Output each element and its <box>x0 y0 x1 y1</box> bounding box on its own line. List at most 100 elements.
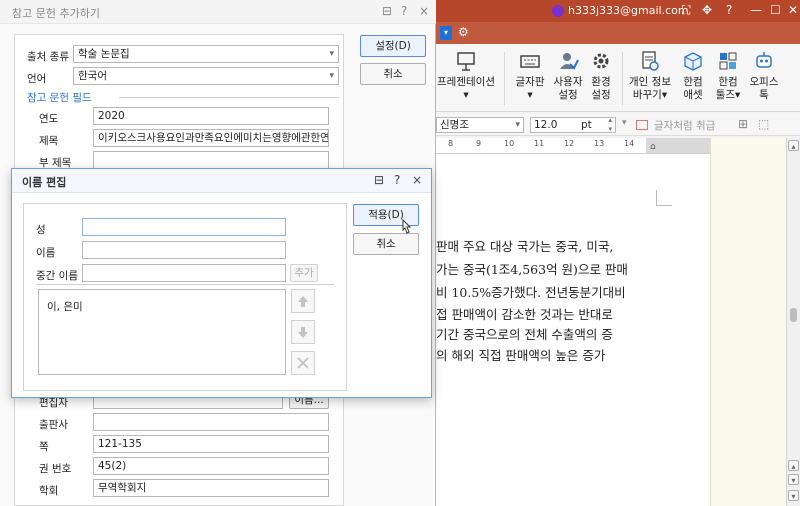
pages-field[interactable]: 121-135 <box>93 435 329 453</box>
document-text-line[interactable]: 비 10.5%증가했다. 전년동분기대비 <box>436 282 626 301</box>
cancel-button[interactable]: 취소 <box>360 63 426 85</box>
close-button[interactable]: × <box>419 4 429 18</box>
ribbon-sublabel: ▾ <box>527 89 533 101</box>
name-form: 성 이름 중간 이름 추가 이, 은미 <box>23 203 347 391</box>
add-name-button[interactable]: 추가 <box>290 264 318 282</box>
font-size-input[interactable]: 12.0 pt ▴ ▾ <box>530 116 616 134</box>
middle-name-label: 중간 이름 <box>36 270 78 282</box>
grid-icon[interactable]: ⊞ <box>738 117 748 131</box>
list-item[interactable]: 이, 은미 <box>47 299 83 314</box>
ribbon-sublabel: 톡 <box>759 89 769 101</box>
font-size-unit: pt <box>581 119 592 131</box>
user-settings-icon <box>560 53 579 70</box>
dialog-titlebar: 이름 편집 ⊟ ? × <box>12 169 431 193</box>
ribbon-preferences-button[interactable]: 환경 설정 <box>586 50 616 102</box>
help-button[interactable]: ? <box>394 173 400 187</box>
arrow-down-icon <box>298 327 308 338</box>
account-email[interactable]: h333j333@gmail.com <box>568 4 689 17</box>
spin-icon[interactable]: ▴ ▾ <box>608 116 612 134</box>
cancel-button[interactable]: 취소 <box>353 233 419 255</box>
move-up-button[interactable] <box>291 289 315 313</box>
scroll-up-icon[interactable]: ▴ <box>788 140 799 151</box>
ruler-number: 9 <box>476 139 482 148</box>
tab-settings-icon[interactable]: ⚙ <box>458 25 469 39</box>
account-avatar[interactable] <box>552 5 564 17</box>
help-icon[interactable]: ? <box>726 3 732 17</box>
page-down-icon[interactable]: ▾ <box>788 474 799 485</box>
grid-dotted-icon[interactable]: ⬚ <box>758 117 769 131</box>
document-text-line[interactable]: 접 판매액이 감소한 것과는 반대로 <box>436 304 613 323</box>
subtitle-field[interactable] <box>93 151 329 169</box>
ribbon-toolbar: 프레젠테이션 ▾ 글자판 ▾ 사용자 설정 환경 설정 개인 정보 바꾸기▾ 한… <box>436 44 800 112</box>
ruler-number: 8 <box>448 139 454 148</box>
dialog-menu-icon[interactable]: ⊟ <box>382 4 392 18</box>
volume-label: 권 번호 <box>39 463 72 475</box>
ribbon-label: 한컴 <box>718 76 738 88</box>
chevron-down-icon[interactable]: ▾ <box>622 118 627 128</box>
char-border-icon[interactable] <box>636 120 648 130</box>
scroll-thumb[interactable] <box>790 308 797 322</box>
ribbon-user-settings-button[interactable]: 사용자 설정 <box>550 50 586 102</box>
move-icon[interactable]: ✥ <box>702 3 712 17</box>
ribbon-label: 프레젠테이션 <box>437 76 495 88</box>
ruler-number: 13 <box>594 139 605 148</box>
ribbon-keyboard-button[interactable]: 글자판 ▾ <box>510 50 550 102</box>
middle-name-field[interactable] <box>82 264 286 282</box>
tab-dropdown-icon[interactable]: ▾ <box>440 26 452 40</box>
document-text-line[interactable]: 기간 중국으로의 전체 수출액의 증 <box>436 324 613 343</box>
society-field[interactable]: 무역학회지 <box>93 479 329 497</box>
ok-button[interactable]: 설정(D) <box>360 35 426 57</box>
name-list[interactable]: 이, 은미 <box>38 289 286 375</box>
dialog-titlebar: 참고 문헌 추가하기 ⊟ ? × <box>0 0 436 24</box>
document-text-line[interactable]: 판매 주요 대상 국가는 중국, 미국, <box>436 236 613 255</box>
language-select[interactable]: 한국어 <box>73 67 339 85</box>
minimize-icon[interactable]: — <box>750 3 762 17</box>
vertical-scrollbar[interactable]: ▴ ▴ ▾ ▾ <box>786 138 800 506</box>
ribbon-label: 글자판 <box>515 76 545 88</box>
ribbon-presentation-button[interactable]: 프레젠테이션 ▾ <box>436 50 496 102</box>
help-button[interactable]: ? <box>401 4 407 18</box>
close-window-icon[interactable]: ✕ <box>788 3 798 17</box>
char-style-label[interactable]: 글자처럼 취급 <box>654 118 715 133</box>
ribbon-hancom-asset-button[interactable]: 한컴 애셋 <box>676 50 710 102</box>
ribbon-office-talk-button[interactable]: 오피스 톡 <box>746 50 782 102</box>
full-screen-icon[interactable]: ⛶ <box>682 3 690 18</box>
ribbon-hancom-tools-button[interactable]: 한컴 툴즈▾ <box>710 50 746 102</box>
move-down-button[interactable] <box>291 320 315 344</box>
app-titlebar: h333j333@gmail.com ⛶ ✥ ? — ☐ ✕ <box>436 0 800 22</box>
source-type-select[interactable]: 학술 논문집 <box>73 45 339 63</box>
ruler-indent-marker-icon[interactable]: ⌂ <box>650 142 656 152</box>
last-name-field[interactable] <box>82 218 286 236</box>
format-toolbar: 신명조 ▾ 12.0 pt ▴ ▾ ▾ 글자처럼 취급 ⊞ ⬚ <box>436 114 800 136</box>
year-label: 연도 <box>39 113 59 125</box>
document-text-line[interactable]: 가는 중국(1조4,563억 원)으로 판매 <box>436 259 628 278</box>
page-up-icon[interactable]: ▴ <box>788 460 799 471</box>
dialog-menu-icon[interactable]: ⊟ <box>374 173 384 187</box>
ribbon-divider <box>504 52 505 106</box>
delete-name-button[interactable] <box>291 351 315 375</box>
scroll-down-icon[interactable]: ▾ <box>788 490 799 501</box>
ribbon-divider <box>622 52 623 106</box>
source-type-label: 출처 종류 <box>27 51 69 63</box>
ribbon-privacy-button[interactable]: 개인 정보 바꾸기▾ <box>628 50 672 102</box>
font-name-select[interactable]: 신명조 ▾ <box>436 117 524 133</box>
edit-name-dialog: 이름 편집 ⊟ ? × 성 이름 중간 이름 추가 이, 은미 적용(D) 취소 <box>11 168 432 398</box>
title-field[interactable]: 이키오스크사용요인과만족요인에미치는영향에관한연구 <box>93 129 329 147</box>
ribbon-tab-bar: ▾ ⚙ <box>436 22 800 44</box>
publisher-field[interactable] <box>93 413 329 431</box>
ribbon-label: 사용자 <box>553 76 583 88</box>
arrow-up-icon <box>298 296 308 307</box>
font-size-value: 12.0 <box>534 119 558 131</box>
dialog-title: 참고 문헌 추가하기 <box>12 7 100 20</box>
page-margin-area <box>710 138 786 506</box>
box-icon <box>684 52 702 71</box>
close-button[interactable]: × <box>412 173 422 187</box>
ribbon-sublabel: 툴즈▾ <box>715 89 741 101</box>
maximize-icon[interactable]: ☐ <box>770 3 781 17</box>
volume-field[interactable]: 45(2) <box>93 457 329 475</box>
presentation-icon <box>457 52 475 71</box>
ribbon-sublabel: 설정 <box>558 89 578 101</box>
document-text-line[interactable]: 의 해외 직접 판매액의 높은 증가 <box>436 345 605 364</box>
first-name-field[interactable] <box>82 241 286 259</box>
year-field[interactable]: 2020 <box>93 107 329 125</box>
